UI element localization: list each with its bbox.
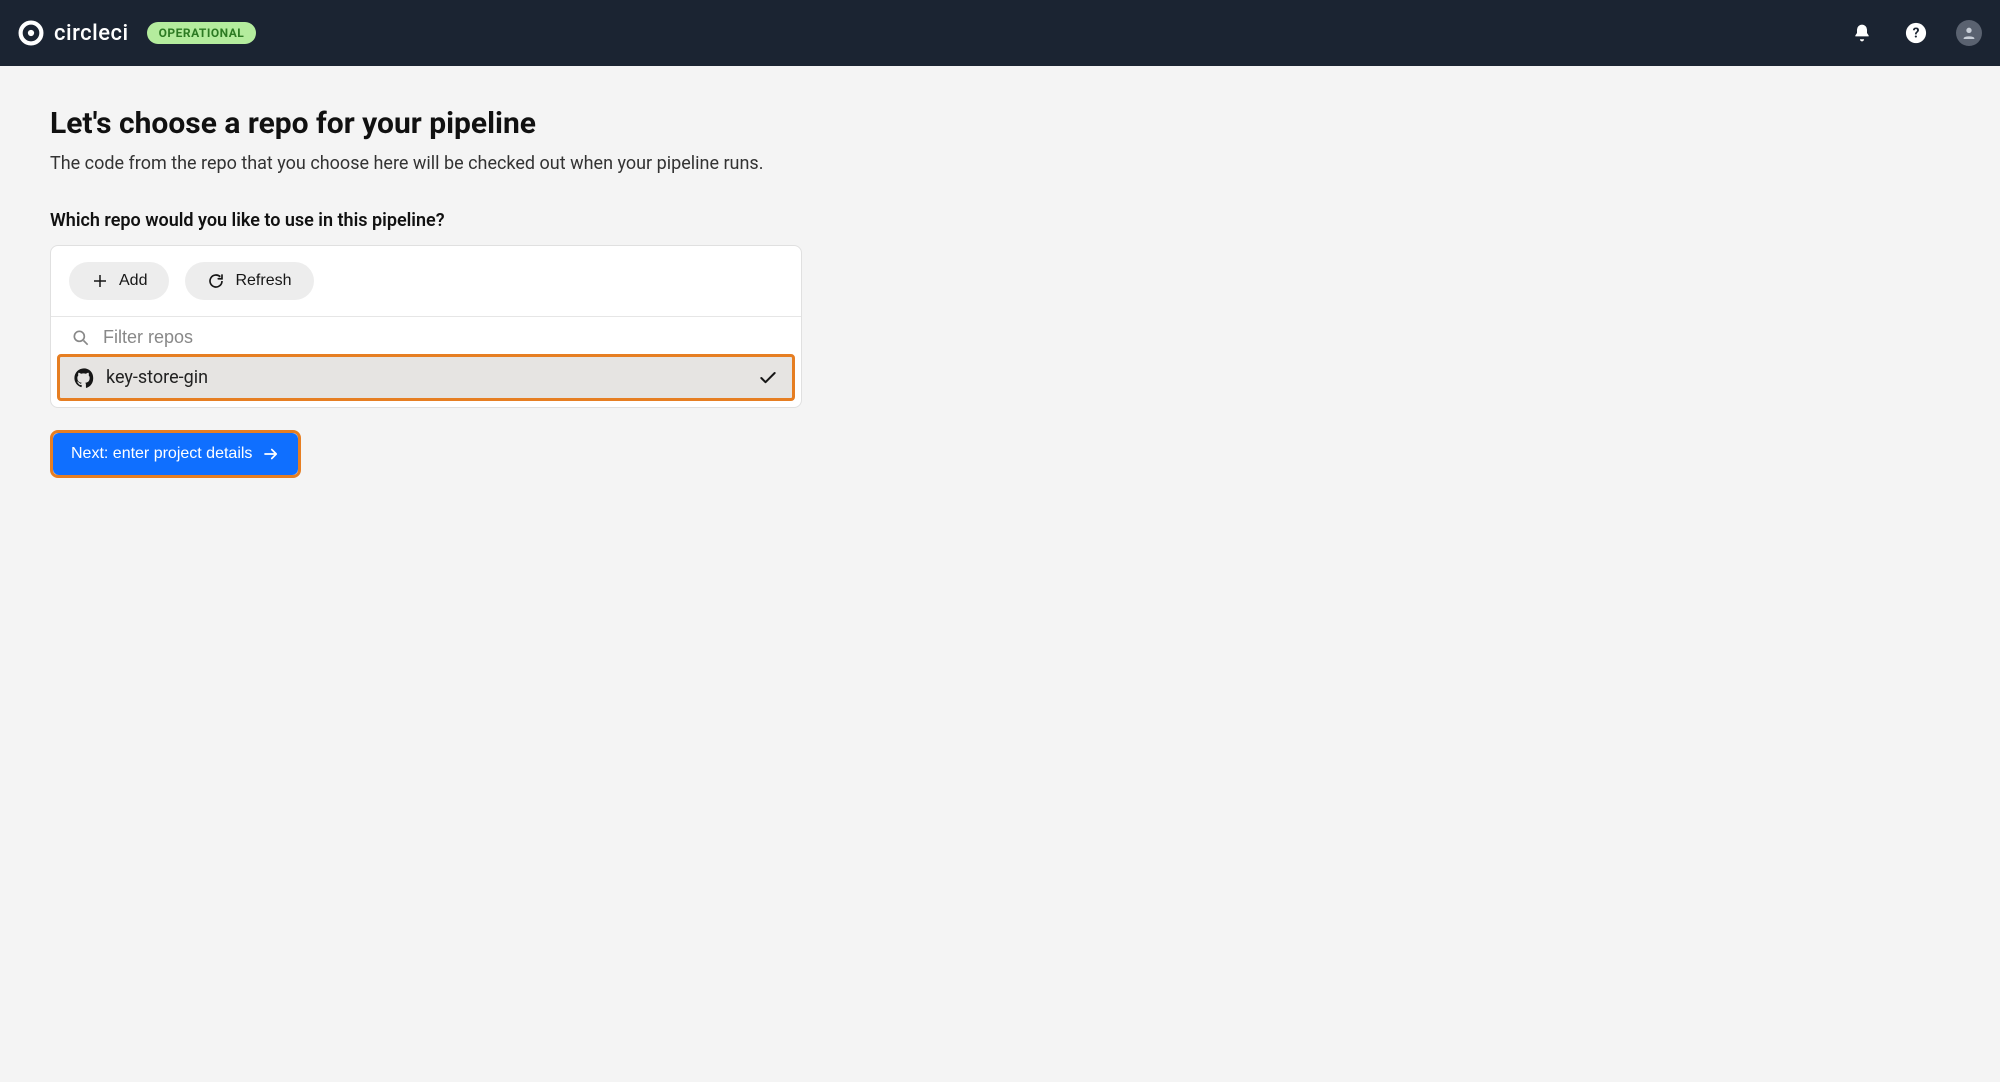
svg-text:?: ? xyxy=(1913,26,1920,42)
repo-panel-toolbar: Add Refresh xyxy=(51,246,801,317)
refresh-button-label: Refresh xyxy=(235,272,291,290)
user-icon xyxy=(1961,25,1977,41)
next-button-label: Next: enter project details xyxy=(71,445,252,463)
notifications-button[interactable] xyxy=(1848,19,1876,47)
refresh-icon xyxy=(207,272,225,290)
page-title: Let's choose a repo for your pipeline xyxy=(50,106,1350,141)
help-icon: ? xyxy=(1905,22,1927,44)
search-icon xyxy=(71,328,91,348)
bell-icon xyxy=(1852,23,1872,43)
circleci-logo-icon xyxy=(18,20,44,46)
top-navigation-bar: circleci OPERATIONAL ? xyxy=(0,0,2000,66)
repo-name: key-store-gin xyxy=(106,367,746,388)
filter-row xyxy=(51,317,801,354)
user-avatar[interactable] xyxy=(1956,20,1982,46)
brand-logo[interactable]: circleci xyxy=(18,20,129,46)
help-button[interactable]: ? xyxy=(1902,19,1930,47)
brand-text: circleci xyxy=(54,21,129,46)
refresh-repos-button[interactable]: Refresh xyxy=(185,262,313,300)
repo-list-item[interactable]: key-store-gin xyxy=(57,354,795,401)
add-repo-button[interactable]: Add xyxy=(69,262,169,300)
next-button-highlight: Next: enter project details xyxy=(50,430,301,478)
main-content: Let's choose a repo for your pipeline Th… xyxy=(0,66,1400,518)
add-button-label: Add xyxy=(119,272,147,290)
plus-icon xyxy=(91,272,109,290)
github-icon xyxy=(74,368,94,388)
filter-repos-input[interactable] xyxy=(103,327,781,348)
next-enter-project-details-button[interactable]: Next: enter project details xyxy=(53,433,298,475)
page-subtitle: The code from the repo that you choose h… xyxy=(50,153,1350,174)
section-label: Which repo would you like to use in this… xyxy=(50,210,1350,231)
arrow-right-icon xyxy=(262,445,280,463)
repo-selection-panel: Add Refresh key-store-gin xyxy=(50,245,802,408)
status-badge[interactable]: OPERATIONAL xyxy=(147,22,257,44)
check-icon xyxy=(758,368,778,388)
